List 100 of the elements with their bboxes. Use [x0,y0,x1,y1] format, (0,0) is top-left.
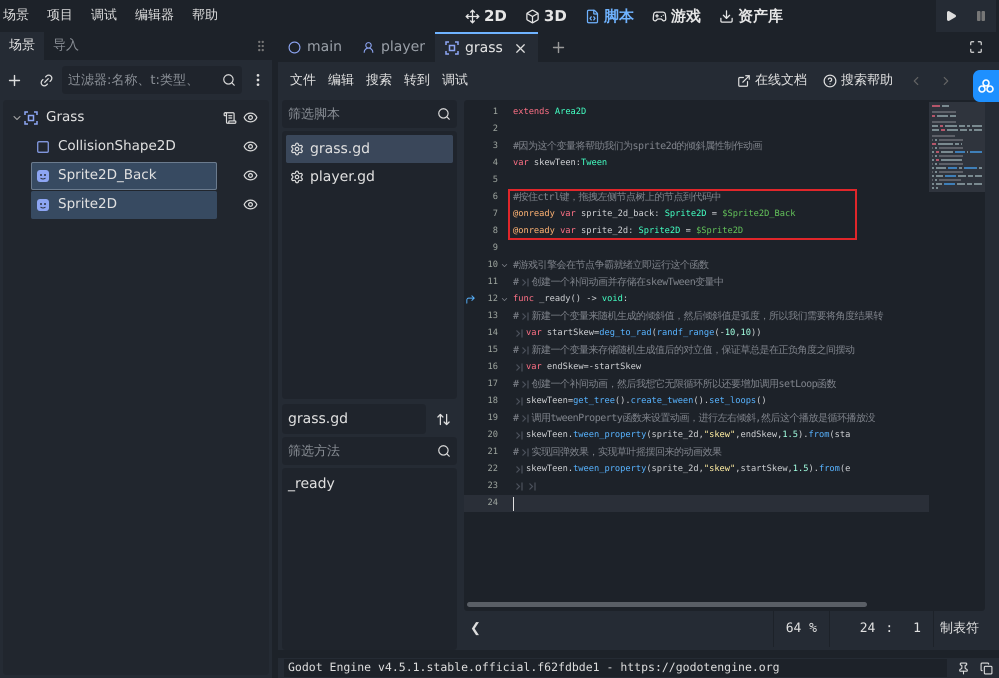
tab-marker-icon [516,362,523,372]
code-token: extends [513,106,550,119]
visibility-eye-icon[interactable] [242,139,258,154]
dock-tab[interactable]: 场景 [0,32,44,60]
workspace-button[interactable]: 脚本 [584,4,634,28]
code-token: (sta [829,428,850,442]
collapse-button[interactable]: ❮ [464,619,487,639]
code-token: Sprite2D [638,224,680,238]
visibility-eye-icon[interactable] [242,110,258,125]
script-list-item[interactable]: player.gd [286,163,453,191]
tree-item[interactable]: Grass [19,104,217,132]
script-menu-item[interactable]: 文件 [284,71,322,91]
search-icon[interactable] [222,73,236,87]
method-filter-field[interactable]: 筛选方法 [282,437,457,465]
code-token: get_tree [573,394,615,408]
script-icon[interactable] [223,110,237,124]
tab-marker-icon [522,278,529,287]
tab-marker-icon [522,346,529,355]
code-token: sprite_2d_back: [580,208,660,221]
circle-icon [288,40,301,54]
code-token: Tween [581,156,608,170]
line-number: 9 [492,242,498,255]
code-token: skewTeen= [526,394,574,408]
menu-item[interactable]: 项目 [47,6,73,26]
tab-marker-icon [522,312,529,321]
position-separator: : [885,620,894,638]
menu-item[interactable]: 调试 [91,6,117,26]
line-number: 21 [486,446,498,459]
output-log: Godot Engine v4.5.1.stable.official.f62fdbde1 - https://godotengine.org [284,659,947,677]
download-icon [718,8,734,24]
text-cursor [513,496,514,510]
line-position: 24 [860,620,876,638]
menu-item[interactable]: 帮助 [192,6,218,26]
tab-marker-icon [522,448,529,457]
search-icon[interactable] [437,444,451,458]
editor-tab[interactable]: player [352,32,435,62]
tab-marker-icon [516,328,523,338]
code-token: () [756,394,767,408]
script-menu-item[interactable]: 搜索 [360,71,398,91]
code-comment: # [513,310,519,324]
script-menu-item[interactable]: 转到 [398,71,436,91]
box-icon [524,8,540,24]
tree-item[interactable]: Sprite2D_Back [31,162,217,190]
method-item[interactable]: _ready [288,474,451,498]
move-icon [465,8,480,24]
horizontal-scrollbar[interactable] [467,602,867,607]
code-comment: 创建一个补间动画，然后我想它无限循环所以还要增加调用setLoop函数 [532,378,836,392]
tree-item[interactable]: Sprite2D [31,190,217,218]
workspace-button[interactable]: 3D [524,4,567,28]
tab-marker-icon [516,464,523,474]
code-token: _ready() -> [538,292,598,306]
workspace-button[interactable]: 2D [465,4,507,28]
menu-item[interactable]: 场景 [3,6,29,26]
code-token: skewTeen. [526,462,574,476]
floating-app-icon[interactable] [973,70,999,102]
tab-marker-icon [516,482,523,491]
dock-tab[interactable]: 导入 [44,32,88,60]
code-token: $Sprite2D [696,224,744,238]
workspace-button[interactable]: 资产库 [718,4,783,28]
code-token: 10 [724,326,736,340]
script-filter-field[interactable]: 筛选脚本 [282,100,457,128]
current-script-field: grass.gd [282,404,426,434]
visibility-eye-icon[interactable] [242,168,258,183]
visibility-eye-icon[interactable] [242,197,258,212]
script-menu-item[interactable]: 调试 [436,71,474,91]
search-icon[interactable] [437,107,451,121]
code-token: var [526,360,542,374]
pin-icon[interactable] [957,662,970,674]
code-token: deg_to_rad [599,326,652,340]
indent-mode[interactable]: 制表符 [933,611,985,647]
filter-field[interactable]: 过滤器:名称、t:类型、 [62,66,242,94]
script-menu-item[interactable]: 编辑 [322,71,360,91]
code-token: ,startSkew, [735,462,793,476]
code-comment: #游戏引擎会在节点争霸就绪立即运行这个函数 [513,258,709,273]
editor-tab[interactable]: grass [435,32,538,62]
sort-icon[interactable] [436,412,451,426]
line-number: 1 [492,106,498,119]
code-comment: 实现回弹效果，实现草叶摇摆回来的动画效果 [532,446,722,460]
copy-icon[interactable] [980,662,993,674]
help-button[interactable]: 搜索帮助 [823,71,893,91]
code-token: sprite_2d: [580,224,634,238]
help-button[interactable]: 在线文档 [737,71,807,91]
code-comment: # [513,412,519,426]
code-comment: 新建一个变量来存储随机生成值后的对立值，保证草总是在正负角度之间摆动 [532,344,855,358]
workspace-button[interactable]: 游戏 [652,4,701,28]
line-number: 16 [486,360,498,374]
code-token: (- [714,326,725,340]
code-token: Sprite2D [664,208,707,221]
editor-tab[interactable]: main [278,32,352,62]
script-list-item[interactable]: grass.gd [286,135,453,163]
code-token: var [513,156,529,170]
code-comment: #按住ctrl键，拖拽左侧节点树上的节点到代码中 [513,190,722,205]
code-token: void [602,292,623,306]
menu-item[interactable]: 编辑器 [135,6,174,26]
code-token: ,endSkew, [735,428,782,442]
code-token: (). [693,394,710,408]
code-comment: 新建一个变量来随机生成的倾斜值，然后倾斜值是弧度，所以我们需要将角度结果转 [532,310,884,324]
tree-item[interactable]: CollisionShape2D [31,132,217,160]
fullscreen-icon[interactable] [969,40,983,54]
line-number: 3 [492,140,498,153]
